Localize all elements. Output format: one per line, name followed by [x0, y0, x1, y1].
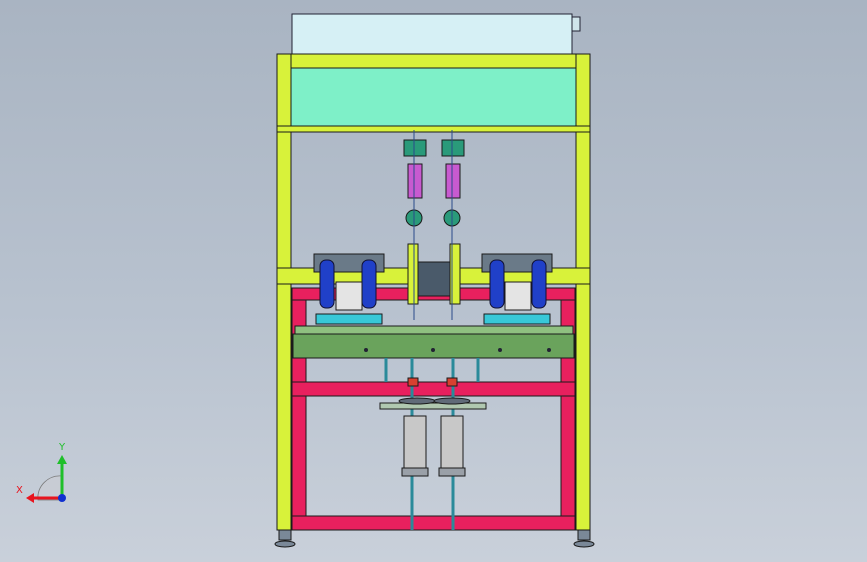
center-column-assembly [403, 130, 465, 320]
left-actuator-group [313, 253, 385, 325]
leveling-feet [274, 529, 595, 548]
coordinate-triad-icon [26, 455, 67, 503]
right-actuator-group [481, 253, 553, 325]
cad-viewport[interactable]: X Y [0, 0, 867, 562]
machine-assembly-drawing [26, 13, 595, 548]
top-panel [290, 67, 577, 127]
mounting-plate [292, 325, 575, 359]
top-enclosure-box [291, 13, 581, 55]
triad-x-label: X [16, 485, 23, 496]
triad-y-label: Y [59, 442, 66, 453]
